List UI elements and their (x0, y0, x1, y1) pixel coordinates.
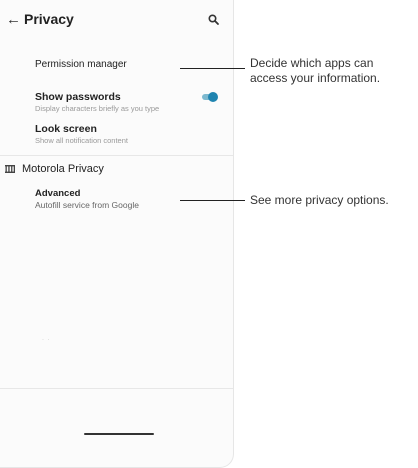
search-icon[interactable] (207, 13, 221, 27)
advanced-label: Advanced (35, 188, 81, 199)
nav-divider (0, 388, 233, 389)
permission-callout-line-2: access your information. (250, 71, 381, 85)
show-passwords-item[interactable]: Show passwords Display characters briefl… (0, 86, 233, 116)
show-passwords-summary: Display characters briefly as you type (35, 104, 160, 113)
phone-screen: ← Privacy Permission manager Show passwo… (0, 0, 234, 468)
divider (0, 155, 233, 156)
permission-callout-line (180, 68, 245, 69)
advanced-summary: Autofill service from Google (35, 200, 139, 210)
advanced-callout: See more privacy options. (250, 193, 389, 207)
back-arrow-icon[interactable]: ← (6, 10, 21, 30)
toggle-thumb (208, 92, 218, 102)
gesture-nav-bar[interactable] (84, 433, 154, 435)
app-bar: ← Privacy (0, 0, 233, 40)
permission-manager-label: Permission manager (35, 59, 127, 70)
page-title: Privacy (24, 11, 74, 27)
advanced-callout-line (180, 200, 245, 201)
permission-callout: Decide which apps can access your inform… (250, 56, 380, 86)
lock-screen-label: Look screen (35, 123, 97, 135)
faint-dots: · · (42, 337, 51, 343)
permission-manager-item[interactable]: Permission manager (0, 52, 233, 78)
show-passwords-toggle[interactable] (201, 92, 218, 102)
lock-screen-item[interactable]: Look screen Show all notification conten… (0, 118, 233, 148)
permission-callout-line-1: Decide which apps can (250, 56, 374, 70)
motorola-privacy-label: Motorola Privacy (22, 163, 104, 175)
show-passwords-label: Show passwords (35, 91, 121, 103)
motorola-privacy-item[interactable]: Motorola Privacy (0, 158, 233, 182)
lock-screen-summary: Show all notification content (35, 136, 128, 145)
